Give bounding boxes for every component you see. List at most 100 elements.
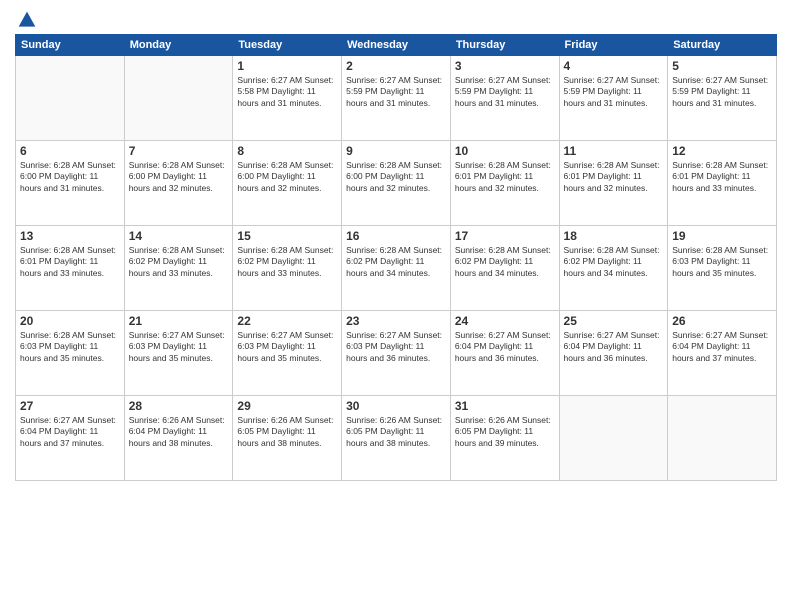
weekday-header-row: SundayMondayTuesdayWednesdayThursdayFrid… <box>16 35 777 56</box>
day-info: Sunrise: 6:26 AM Sunset: 6:04 PM Dayligh… <box>129 415 229 449</box>
calendar-cell: 5 Sunrise: 6:27 AM Sunset: 5:59 PM Daylig… <box>668 56 777 141</box>
calendar-cell: 26 Sunrise: 6:27 AM Sunset: 6:04 PM Dayli… <box>668 311 777 396</box>
day-info: Sunrise: 6:28 AM Sunset: 6:00 PM Dayligh… <box>20 160 120 194</box>
day-number: 11 <box>564 144 664 158</box>
day-number: 20 <box>20 314 120 328</box>
calendar-cell: 21 Sunrise: 6:27 AM Sunset: 6:03 PM Dayli… <box>124 311 233 396</box>
weekday-friday: Friday <box>559 35 668 56</box>
day-info: Sunrise: 6:27 AM Sunset: 6:03 PM Dayligh… <box>237 330 337 364</box>
weekday-saturday: Saturday <box>668 35 777 56</box>
calendar-cell <box>559 396 668 481</box>
day-info: Sunrise: 6:27 AM Sunset: 6:04 PM Dayligh… <box>20 415 120 449</box>
day-info: Sunrise: 6:27 AM Sunset: 6:04 PM Dayligh… <box>564 330 664 364</box>
day-info: Sunrise: 6:27 AM Sunset: 5:59 PM Dayligh… <box>564 75 664 109</box>
weekday-thursday: Thursday <box>450 35 559 56</box>
calendar-cell: 18 Sunrise: 6:28 AM Sunset: 6:02 PM Dayli… <box>559 226 668 311</box>
calendar-cell: 16 Sunrise: 6:28 AM Sunset: 6:02 PM Dayli… <box>342 226 451 311</box>
day-number: 3 <box>455 59 555 73</box>
day-number: 6 <box>20 144 120 158</box>
calendar-cell: 15 Sunrise: 6:28 AM Sunset: 6:02 PM Dayli… <box>233 226 342 311</box>
day-info: Sunrise: 6:28 AM Sunset: 6:00 PM Dayligh… <box>346 160 446 194</box>
calendar-cell: 11 Sunrise: 6:28 AM Sunset: 6:01 PM Dayli… <box>559 141 668 226</box>
day-number: 16 <box>346 229 446 243</box>
day-number: 18 <box>564 229 664 243</box>
weekday-monday: Monday <box>124 35 233 56</box>
week-row-4: 27 Sunrise: 6:27 AM Sunset: 6:04 PM Dayli… <box>16 396 777 481</box>
day-number: 9 <box>346 144 446 158</box>
day-number: 21 <box>129 314 229 328</box>
calendar-cell: 7 Sunrise: 6:28 AM Sunset: 6:00 PM Daylig… <box>124 141 233 226</box>
week-row-0: 1 Sunrise: 6:27 AM Sunset: 5:58 PM Daylig… <box>16 56 777 141</box>
calendar-cell: 19 Sunrise: 6:28 AM Sunset: 6:03 PM Dayli… <box>668 226 777 311</box>
calendar-cell: 25 Sunrise: 6:27 AM Sunset: 6:04 PM Dayli… <box>559 311 668 396</box>
calendar: SundayMondayTuesdayWednesdayThursdayFrid… <box>15 34 777 481</box>
day-info: Sunrise: 6:26 AM Sunset: 6:05 PM Dayligh… <box>237 415 337 449</box>
calendar-cell: 9 Sunrise: 6:28 AM Sunset: 6:00 PM Daylig… <box>342 141 451 226</box>
day-info: Sunrise: 6:28 AM Sunset: 6:03 PM Dayligh… <box>672 245 772 279</box>
day-info: Sunrise: 6:28 AM Sunset: 6:03 PM Dayligh… <box>20 330 120 364</box>
day-number: 1 <box>237 59 337 73</box>
day-number: 13 <box>20 229 120 243</box>
day-info: Sunrise: 6:27 AM Sunset: 5:58 PM Dayligh… <box>237 75 337 109</box>
day-number: 19 <box>672 229 772 243</box>
day-number: 4 <box>564 59 664 73</box>
day-info: Sunrise: 6:27 AM Sunset: 6:04 PM Dayligh… <box>672 330 772 364</box>
calendar-cell: 14Sunrise: 6:28 AM Sunset: 6:02 PM Dayli… <box>124 226 233 311</box>
day-number: 7 <box>129 144 229 158</box>
day-info: Sunrise: 6:27 AM Sunset: 5:59 PM Dayligh… <box>455 75 555 109</box>
day-info: Sunrise: 6:28 AM Sunset: 6:01 PM Dayligh… <box>20 245 120 279</box>
day-number: 25 <box>564 314 664 328</box>
day-info: Sunrise: 6:28 AM Sunset: 6:01 PM Dayligh… <box>564 160 664 194</box>
day-number: 22 <box>237 314 337 328</box>
day-number: 15 <box>237 229 337 243</box>
calendar-cell: 12 Sunrise: 6:28 AM Sunset: 6:01 PM Dayli… <box>668 141 777 226</box>
logo-icon <box>17 10 37 30</box>
day-number: 28 <box>129 399 229 413</box>
day-number: 23 <box>346 314 446 328</box>
day-number: 31 <box>455 399 555 413</box>
day-info: Sunrise: 6:28 AM Sunset: 6:02 PM Dayligh… <box>564 245 664 279</box>
day-number: 24 <box>455 314 555 328</box>
weekday-wednesday: Wednesday <box>342 35 451 56</box>
calendar-cell: 6 Sunrise: 6:28 AM Sunset: 6:00 PM Daylig… <box>16 141 125 226</box>
calendar-cell: 8 Sunrise: 6:28 AM Sunset: 6:00 PM Daylig… <box>233 141 342 226</box>
day-number: 8 <box>237 144 337 158</box>
day-info: Sunrise: 6:27 AM Sunset: 6:03 PM Dayligh… <box>346 330 446 364</box>
calendar-cell: 1 Sunrise: 6:27 AM Sunset: 5:58 PM Daylig… <box>233 56 342 141</box>
week-row-3: 20 Sunrise: 6:28 AM Sunset: 6:03 PM Dayli… <box>16 311 777 396</box>
calendar-cell: 23 Sunrise: 6:27 AM Sunset: 6:03 PM Dayli… <box>342 311 451 396</box>
calendar-cell <box>124 56 233 141</box>
day-info: Sunrise: 6:28 AM Sunset: 6:02 PM Dayligh… <box>237 245 337 279</box>
week-row-1: 6 Sunrise: 6:28 AM Sunset: 6:00 PM Daylig… <box>16 141 777 226</box>
calendar-cell: 2Sunrise: 6:27 AM Sunset: 5:59 PM Daylig… <box>342 56 451 141</box>
calendar-cell: 24 Sunrise: 6:27 AM Sunset: 6:04 PM Dayli… <box>450 311 559 396</box>
calendar-cell: 13 Sunrise: 6:28 AM Sunset: 6:01 PM Dayli… <box>16 226 125 311</box>
calendar-cell: 31Sunrise: 6:26 AM Sunset: 6:05 PM Dayli… <box>450 396 559 481</box>
day-number: 27 <box>20 399 120 413</box>
day-info: Sunrise: 6:27 AM Sunset: 6:03 PM Dayligh… <box>129 330 229 364</box>
day-number: 29 <box>237 399 337 413</box>
calendar-cell: 28 Sunrise: 6:26 AM Sunset: 6:04 PM Dayli… <box>124 396 233 481</box>
day-number: 5 <box>672 59 772 73</box>
day-info: Sunrise: 6:28 AM Sunset: 6:01 PM Dayligh… <box>672 160 772 194</box>
day-info: Sunrise: 6:26 AM Sunset: 6:05 PM Dayligh… <box>346 415 446 449</box>
calendar-cell: 22 Sunrise: 6:27 AM Sunset: 6:03 PM Dayli… <box>233 311 342 396</box>
weekday-sunday: Sunday <box>16 35 125 56</box>
day-info: Sunrise: 6:28 AM Sunset: 6:00 PM Dayligh… <box>129 160 229 194</box>
calendar-cell: 3 Sunrise: 6:27 AM Sunset: 5:59 PM Daylig… <box>450 56 559 141</box>
calendar-cell: 17Sunrise: 6:28 AM Sunset: 6:02 PM Dayli… <box>450 226 559 311</box>
calendar-cell: 27 Sunrise: 6:27 AM Sunset: 6:04 PM Dayli… <box>16 396 125 481</box>
page: SundayMondayTuesdayWednesdayThursdayFrid… <box>0 0 792 612</box>
day-number: 2 <box>346 59 446 73</box>
week-row-2: 13 Sunrise: 6:28 AM Sunset: 6:01 PM Dayli… <box>16 226 777 311</box>
calendar-cell <box>16 56 125 141</box>
day-info: Sunrise: 6:27 AM Sunset: 6:04 PM Dayligh… <box>455 330 555 364</box>
day-number: 26 <box>672 314 772 328</box>
logo <box>15 10 37 26</box>
calendar-cell: 29 Sunrise: 6:26 AM Sunset: 6:05 PM Dayli… <box>233 396 342 481</box>
day-number: 12 <box>672 144 772 158</box>
header <box>15 10 777 26</box>
day-info: Sunrise: 6:27 AM Sunset: 5:59 PM Dayligh… <box>672 75 772 109</box>
day-info: Sunrise: 6:28 AM Sunset: 6:00 PM Dayligh… <box>237 160 337 194</box>
day-info: Sunrise: 6:28 AM Sunset: 6:02 PM Dayligh… <box>346 245 446 279</box>
